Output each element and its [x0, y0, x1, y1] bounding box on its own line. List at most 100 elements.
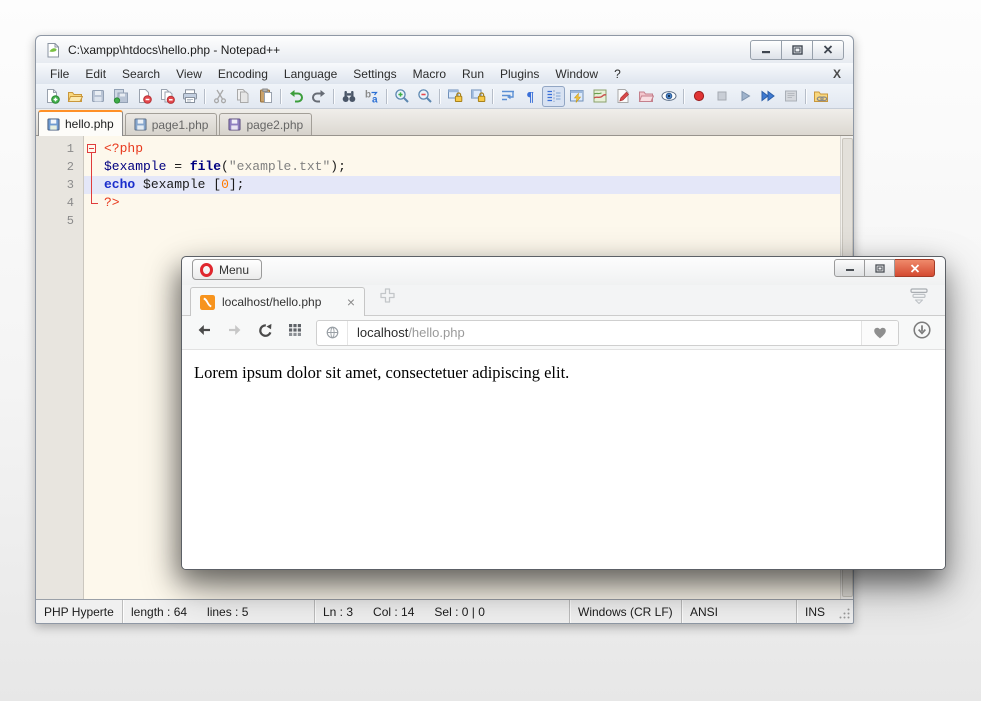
tab-close-button[interactable]: ×	[347, 295, 355, 309]
forward-button[interactable]	[226, 322, 244, 343]
maximize-icon	[875, 264, 885, 273]
toolbar-separator	[280, 89, 281, 104]
url-text[interactable]: localhost/hello.php	[348, 325, 861, 340]
tab-page1-php[interactable]: page1.php	[125, 113, 218, 135]
speed-dial-button[interactable]	[287, 322, 303, 343]
undo-icon	[288, 88, 304, 104]
sync-horizontal-scroll-button[interactable]	[466, 86, 489, 107]
floppy-disk-icon	[228, 118, 241, 131]
bookmark-button[interactable]	[861, 321, 898, 345]
back-button[interactable]	[195, 322, 213, 343]
replace-button[interactable]: ba	[360, 86, 383, 107]
cut-button[interactable]	[208, 86, 231, 107]
minimize-button[interactable]	[834, 259, 865, 277]
back-icon	[195, 322, 213, 338]
page-text: Lorem ipsum dolor sit amet, consectetuer…	[194, 363, 569, 382]
menu-item-settings[interactable]: Settings	[345, 65, 404, 83]
status-insert-mode[interactable]: INS	[797, 600, 835, 623]
reload-button[interactable]	[257, 322, 274, 344]
menu-item-help[interactable]: ?	[606, 65, 629, 83]
tab-menu-button[interactable]	[909, 288, 929, 309]
tab-hello-php[interactable]: hello.php	[38, 110, 123, 136]
fold-collapse-marker[interactable]	[84, 140, 102, 158]
new-file-button[interactable]	[40, 86, 63, 107]
paste-button[interactable]	[254, 86, 277, 107]
function-list-button[interactable]	[611, 86, 634, 107]
indent-guide-button[interactable]	[542, 86, 565, 107]
minimize-button[interactable]	[750, 40, 782, 60]
address-bar[interactable]: localhost/hello.php	[316, 320, 899, 346]
code-line-3[interactable]: echo $example [0];	[84, 176, 840, 194]
fold-minus-box-icon[interactable]	[87, 144, 96, 153]
macro-save-button[interactable]	[779, 86, 802, 107]
new-tab-button[interactable]	[379, 287, 396, 309]
menu-item-search[interactable]: Search	[114, 65, 168, 83]
status-eol-format[interactable]: Windows (CR LF)	[570, 600, 682, 623]
notepadpp-titlebar[interactable]: C:\xampp\htdocs\hello.php - Notepad++	[36, 36, 853, 63]
save-button[interactable]	[86, 86, 109, 107]
maximize-button[interactable]	[865, 259, 895, 277]
menu-item-macro[interactable]: Macro	[405, 65, 454, 83]
status-ln: Ln : 3	[323, 605, 353, 619]
status-encoding[interactable]: ANSI	[682, 600, 797, 623]
find-icon	[341, 88, 357, 104]
opera-toolbar: localhost/hello.php	[182, 316, 945, 350]
monitoring-button[interactable]	[809, 86, 832, 107]
preview-button[interactable]	[657, 86, 680, 107]
doc-switcher-button[interactable]	[565, 86, 588, 107]
download-button[interactable]	[912, 320, 932, 345]
show-all-characters-button[interactable]: ¶	[519, 86, 542, 107]
menu-item-language[interactable]: Language	[276, 65, 345, 83]
menu-item-window[interactable]: Window	[547, 65, 606, 83]
forward-icon	[226, 322, 244, 338]
code-text: $example = file("example.txt");	[102, 158, 346, 176]
close-icon	[910, 264, 920, 273]
menu-item-edit[interactable]: Edit	[77, 65, 114, 83]
save-all-button[interactable]	[109, 86, 132, 107]
close-all-button[interactable]	[155, 86, 178, 107]
close-button[interactable]	[132, 86, 155, 107]
code-line-5[interactable]	[84, 212, 840, 230]
site-badge-button[interactable]	[317, 321, 348, 345]
zoom-out-button[interactable]	[413, 86, 436, 107]
tab-page2-php[interactable]: page2.php	[219, 113, 312, 135]
browser-tab-localhost[interactable]: localhost/hello.php ×	[190, 287, 365, 316]
folder-as-workspace-button[interactable]	[634, 86, 657, 107]
opera-titlebar[interactable]: Menu	[182, 257, 945, 285]
find-button[interactable]	[337, 86, 360, 107]
close-button[interactable]	[813, 40, 844, 60]
menu-item-file[interactable]: File	[42, 65, 77, 83]
opera-menu-button[interactable]: Menu	[192, 259, 262, 280]
macro-run-multiple-button[interactable]	[756, 86, 779, 107]
line-number-gutter: 12345	[36, 136, 84, 599]
zoom-in-button[interactable]	[390, 86, 413, 107]
close-button[interactable]	[895, 259, 935, 277]
cut-icon	[212, 88, 228, 104]
redo-button[interactable]	[307, 86, 330, 107]
document-map-button[interactable]	[588, 86, 611, 107]
zoom-in-icon	[394, 88, 410, 104]
menu-item-run[interactable]: Run	[454, 65, 492, 83]
macro-record-button[interactable]	[687, 86, 710, 107]
resize-grip[interactable]	[838, 607, 851, 623]
menubar-close-document-button[interactable]: X	[833, 67, 847, 81]
print-button[interactable]	[178, 86, 201, 107]
macro-stop-button[interactable]	[710, 86, 733, 107]
menu-item-view[interactable]: View	[168, 65, 210, 83]
code-line-4[interactable]: ?>	[84, 194, 840, 212]
macro-play-button[interactable]	[733, 86, 756, 107]
undo-button[interactable]	[284, 86, 307, 107]
code-line-2[interactable]: $example = file("example.txt");	[84, 158, 840, 176]
toolbar-separator	[439, 89, 440, 104]
restore-button[interactable]	[782, 40, 813, 60]
copy-button[interactable]	[231, 86, 254, 107]
macro-stop-icon	[714, 88, 730, 104]
code-line-1[interactable]: <?php	[84, 140, 840, 158]
sync-vertical-scroll-button[interactable]	[443, 86, 466, 107]
menu-item-encoding[interactable]: Encoding	[210, 65, 276, 83]
menu-item-plugins[interactable]: Plugins	[492, 65, 547, 83]
close-all-icon	[159, 88, 175, 104]
word-wrap-button[interactable]	[496, 86, 519, 107]
open-file-button[interactable]	[63, 86, 86, 107]
status-length: length : 64	[131, 605, 187, 619]
